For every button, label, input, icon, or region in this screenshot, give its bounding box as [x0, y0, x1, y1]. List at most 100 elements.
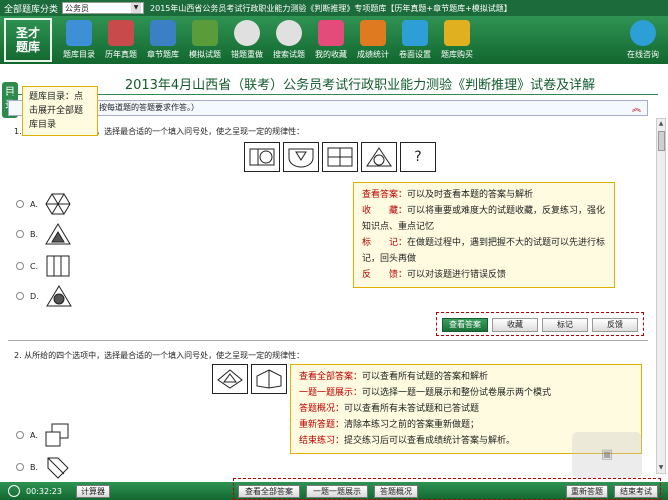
q2-option-a[interactable]: A.: [16, 422, 72, 448]
question-1-figures: ?: [244, 142, 439, 172]
elapsed-time: 00:32:23: [26, 486, 62, 496]
figure-cell: [322, 142, 358, 172]
toolbar-button-redo-wrong[interactable]: 错题重做: [226, 16, 268, 62]
section-header: 按每道题的答题要求作答。） ︽: [8, 100, 648, 116]
radio-button[interactable]: [16, 431, 24, 439]
tip-line: 查看答案：可以及时查看本题的答案与解析: [362, 187, 606, 203]
tip-key: 查看答案：: [362, 190, 408, 200]
back-arrow-icon: [234, 20, 260, 46]
tip-key: 查看全部答案：: [299, 372, 363, 382]
toolbar-label: 模拟试题: [189, 50, 221, 59]
exam-title: 2013年4月山西省（联考）公务员考试行政职业能力测验《判断推理》试卷及详解: [124, 78, 596, 93]
document-icon: [108, 20, 134, 46]
toolbar-button-chapter-bank[interactable]: 章节题库: [142, 16, 184, 62]
option-a[interactable]: A.: [16, 192, 72, 216]
tip-line: 查看全部答案：可以查看所有试题的答案和解析: [299, 369, 633, 385]
category-select[interactable]: 公务员 ▼: [62, 2, 145, 14]
toolbar-button-past-exams[interactable]: 历年真题: [100, 16, 142, 62]
tip-line: 反 馈：可以对该题进行错误反馈: [362, 267, 606, 283]
option-label: C.: [30, 261, 39, 271]
book-icon: [150, 20, 176, 46]
answer-overview-button[interactable]: 答题概况: [374, 485, 418, 498]
app-logo: 圣才 题库: [4, 18, 52, 62]
toolbar-label: 我的收藏: [315, 50, 347, 59]
figure-cell: [283, 142, 319, 172]
arrow-figure: [47, 457, 69, 479]
one-by-one-button[interactable]: 一题一题展示: [306, 485, 368, 498]
figure-shape: [327, 147, 353, 167]
tip-line: 一题一题展示：可以选择一题一题展示和整份试卷展示两个模式: [299, 385, 633, 401]
toolbar-button-purchase[interactable]: 题库购买: [436, 16, 478, 62]
radio-button[interactable]: [16, 292, 24, 300]
option-label: B.: [30, 462, 39, 472]
toolbar-button-stats[interactable]: 成绩统计: [352, 16, 394, 62]
toolbar-button-settings[interactable]: 卷面设置: [394, 16, 436, 62]
answer-actions-tip: 查看答案：可以及时查看本题的答案与解析 收 藏：可以将重要或难度大的试题收藏，反…: [353, 182, 615, 288]
top-bar: 全部题库分类 公务员 ▼ 2015年山西省公务员考试行政职业能力测验《判断推理》…: [0, 0, 668, 16]
tip-value: 清除本练习之前的答案重新做题；: [344, 420, 480, 430]
tip-key: 答题概况：: [299, 404, 345, 414]
q2-option-b[interactable]: B.: [16, 454, 72, 480]
main-toolbar: 圣才 题库 题库目录 历年真题 章节题库 模拟试题 错题重做 搜索试题 我的收藏…: [0, 16, 668, 64]
scroll-down-icon[interactable]: ▼: [657, 463, 665, 473]
feedback-button[interactable]: 反馈: [592, 318, 638, 332]
heart-icon: [318, 20, 344, 46]
radio-button[interactable]: [16, 463, 24, 471]
tip-value: 可以对该题进行错误反馈: [407, 270, 507, 280]
tip-line: 收 藏：可以将重要或难度大的试题收藏，反复练习，强化知识点、重点记忆: [362, 203, 606, 235]
tip-line: 答题概况：可以查看所有未答试题和已答试题: [299, 401, 633, 417]
figure-shape: [366, 147, 392, 167]
restart-button[interactable]: 重新答题: [566, 485, 608, 498]
radio-button[interactable]: [16, 262, 24, 270]
figure-shape: [249, 148, 275, 166]
option-c[interactable]: C.: [16, 254, 72, 278]
toolbar-label: 题库购买: [441, 50, 473, 59]
tip-value: 可以及时查看本题的答案与解析: [407, 190, 534, 200]
catalog-tip: 题库目录：点击展开全部题库目录: [22, 86, 98, 136]
calculator-button[interactable]: 计算器: [76, 485, 110, 498]
tip-line: 标 记：在做题过程中，遇到把握不大的试题可以先进行标记，回头再做: [362, 235, 606, 267]
finish-exam-button[interactable]: 结束考试: [614, 485, 658, 498]
mark-button[interactable]: 标记: [542, 318, 588, 332]
toolbar-button-mock-exams[interactable]: 模拟试题: [184, 16, 226, 62]
tip-key: 重新答题：: [299, 420, 345, 430]
vertical-scrollbar[interactable]: ▲ ▼: [656, 118, 666, 474]
category-label: 全部题库分类: [4, 4, 59, 15]
online-consult-label: 在线咨询: [627, 50, 659, 59]
view-all-answers-button[interactable]: 查看全部答案: [238, 485, 300, 498]
question-2-text: 2. 从所给的四个选项中，选择最合适的一个填入问号处，使之呈现一定的规律性：: [14, 351, 305, 360]
toolbar-label: 成绩统计: [357, 50, 389, 59]
chart-icon: [360, 20, 386, 46]
figure-shape: [217, 369, 243, 389]
option-label: D.: [30, 291, 39, 301]
toolbar-button-search[interactable]: 搜索试题: [268, 16, 310, 62]
toolbar-label: 历年真题: [105, 50, 137, 59]
pencil-icon: [192, 20, 218, 46]
squares-figure: [45, 423, 69, 447]
tip-value: 提交练习后可以查看成绩统计答案与解析。: [344, 436, 516, 446]
favorite-button[interactable]: 收藏: [492, 318, 538, 332]
toolbar-button-favorites[interactable]: 我的收藏: [310, 16, 352, 62]
figure-cell: [251, 364, 287, 394]
chevron-down-icon[interactable]: ▼: [131, 3, 142, 13]
cart-icon: [444, 20, 470, 46]
collapse-icon[interactable]: ︽: [632, 102, 641, 116]
hexagon-figure: [45, 193, 71, 215]
tip-key: 一题一题展示：: [299, 388, 363, 398]
option-d[interactable]: D.: [16, 284, 73, 308]
scroll-thumb[interactable]: [658, 131, 665, 151]
toolbar-label: 章节题库: [147, 50, 179, 59]
scroll-up-icon[interactable]: ▲: [657, 119, 665, 129]
option-label: A.: [30, 199, 38, 209]
watermark-logo: ▣: [572, 432, 642, 478]
tip-line: 重新答题：清除本练习之前的答案重新做题；: [299, 417, 633, 433]
triangle-circle-figure: [45, 285, 72, 307]
toolbar-button-catalog[interactable]: 题库目录: [58, 16, 100, 62]
search-icon: [276, 20, 302, 46]
figure-shape: [288, 148, 314, 168]
online-consult-button[interactable]: 在线咨询: [622, 16, 664, 62]
radio-button[interactable]: [16, 200, 24, 208]
radio-button[interactable]: [16, 230, 24, 238]
option-b[interactable]: B.: [16, 222, 72, 246]
view-answer-button[interactable]: 查看答案: [442, 318, 488, 332]
